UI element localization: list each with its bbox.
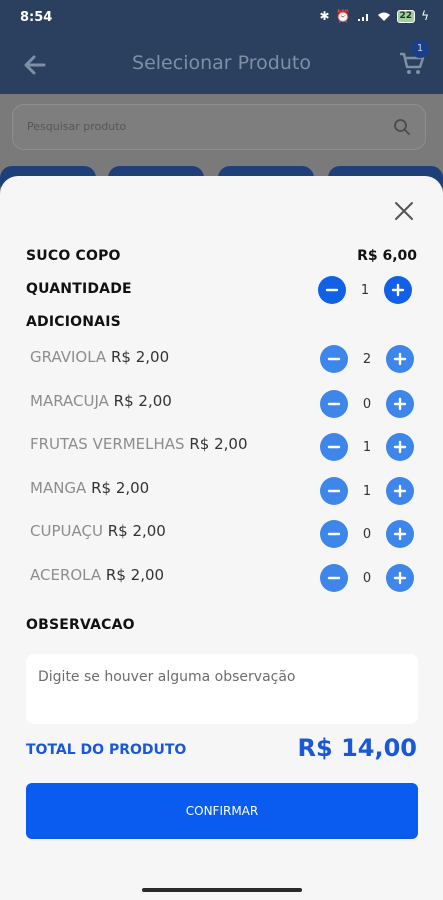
addon-qty: 0 <box>362 396 372 412</box>
plus-icon <box>393 440 407 454</box>
addon-increase-button[interactable] <box>386 477 414 505</box>
addon-name: ACEROLA <box>30 566 102 584</box>
plus-icon <box>393 397 407 411</box>
confirm-button[interactable]: CONFIRMAR <box>26 783 418 839</box>
status-time: 8:54 <box>20 10 53 25</box>
addon-price: R$ 2,00 <box>113 392 172 410</box>
addon-qty: 0 <box>362 570 372 586</box>
addon-decrease-button[interactable] <box>320 520 348 548</box>
minus-icon <box>327 357 341 361</box>
wifi-icon <box>377 12 390 21</box>
addon-increase-button[interactable] <box>386 520 414 548</box>
search-input[interactable]: Pesquisar produto <box>12 104 426 150</box>
quantity-decrease-button[interactable] <box>318 276 346 304</box>
addon-name: MARACUJA <box>30 392 109 410</box>
close-icon[interactable] <box>393 200 415 222</box>
addon-stepper: 1 <box>320 433 414 461</box>
addon-item: MANGA R$ 2,00 <box>30 479 149 497</box>
alarm-icon: ⏰ <box>335 9 351 23</box>
addon-qty: 1 <box>362 439 372 455</box>
minus-icon <box>327 402 341 406</box>
addon-stepper: 1 <box>320 477 414 505</box>
search-placeholder: Pesquisar produto <box>27 120 127 133</box>
addon-item: GRAVIOLA R$ 2,00 <box>30 348 169 366</box>
status-icons: ✱ ⏰ 22 ϟ <box>320 9 429 23</box>
addons-title: ADICIONAIS <box>26 314 121 330</box>
addon-stepper: 0 <box>320 390 414 418</box>
addon-decrease-button[interactable] <box>320 564 348 592</box>
addon-item: MARACUJA R$ 2,00 <box>30 392 172 410</box>
search-area: Pesquisar produto <box>0 94 443 196</box>
total-label: TOTAL DO PRODUTO <box>26 742 187 758</box>
page-title: Selecionar Produto <box>132 52 311 74</box>
addon-increase-button[interactable] <box>386 433 414 461</box>
addon-name: CUPUAÇU <box>30 522 103 540</box>
plus-icon <box>393 484 407 498</box>
addon-decrease-button[interactable] <box>320 477 348 505</box>
addon-name: MANGA <box>30 479 87 497</box>
addon-price: R$ 2,00 <box>107 522 166 540</box>
product-sheet: SUCO COPO R$ 6,00 QUANTIDADE 1 ADICIONAI… <box>0 176 443 886</box>
quantity-label: QUANTIDADE <box>26 281 132 297</box>
minus-icon <box>325 288 339 292</box>
addon-increase-button[interactable] <box>386 390 414 418</box>
search-icon[interactable] <box>393 118 411 136</box>
addon-price: R$ 2,00 <box>110 348 170 366</box>
minus-icon <box>327 576 341 580</box>
product-price: R$ 6,00 <box>357 248 417 264</box>
addon-price: R$ 2,00 <box>105 566 165 584</box>
bluetooth-icon: ✱ <box>319 9 330 23</box>
plus-icon <box>391 283 405 297</box>
addon-price: R$ 2,00 <box>189 435 248 453</box>
plus-icon <box>393 527 407 541</box>
addon-increase-button[interactable] <box>386 564 414 592</box>
addon-name: GRAVIOLA <box>30 348 107 366</box>
minus-icon <box>327 532 341 536</box>
minus-icon <box>327 445 341 449</box>
addon-decrease-button[interactable] <box>320 390 348 418</box>
addon-qty: 1 <box>362 483 372 499</box>
addon-qty: 0 <box>362 526 372 542</box>
plus-icon <box>393 352 407 366</box>
signal-icon <box>357 13 368 21</box>
total-value: R$ 14,00 <box>297 734 417 762</box>
app-header: Selecionar Produto 1 <box>0 36 443 94</box>
addon-name: FRUTAS VERMELHAS <box>30 435 185 453</box>
addon-qty: 2 <box>362 351 372 367</box>
addon-price: R$ 2,00 <box>91 479 150 497</box>
addon-item: ACEROLA R$ 2,00 <box>30 566 164 584</box>
quantity-increase-button[interactable] <box>384 276 412 304</box>
plus-icon <box>393 571 407 585</box>
addon-stepper: 0 <box>320 520 414 548</box>
observation-field[interactable]: Digite se houver alguma observação <box>26 654 418 724</box>
addon-increase-button[interactable] <box>386 345 414 373</box>
addon-item: CUPUAÇU R$ 2,00 <box>30 522 166 540</box>
observation-placeholder: Digite se houver alguma observação <box>38 669 296 685</box>
battery-icon: 22 <box>396 9 416 23</box>
addon-decrease-button[interactable] <box>320 345 348 373</box>
minus-icon <box>327 489 341 493</box>
observation-label: OBSERVACAO <box>26 617 135 633</box>
product-name: SUCO COPO <box>26 248 121 264</box>
home-indicator[interactable] <box>142 888 302 892</box>
charging-icon: ϟ <box>421 9 429 23</box>
status-bar: 8:54 ✱ ⏰ 22 ϟ <box>0 0 443 36</box>
cart-badge: 1 <box>411 40 429 58</box>
addon-decrease-button[interactable] <box>320 433 348 461</box>
quantity-stepper: 1 <box>318 276 412 304</box>
addon-item: FRUTAS VERMELHAS R$ 2,00 <box>30 435 248 453</box>
addon-stepper: 2 <box>320 345 414 373</box>
quantity-value: 1 <box>360 282 370 298</box>
addon-stepper: 0 <box>320 564 414 592</box>
